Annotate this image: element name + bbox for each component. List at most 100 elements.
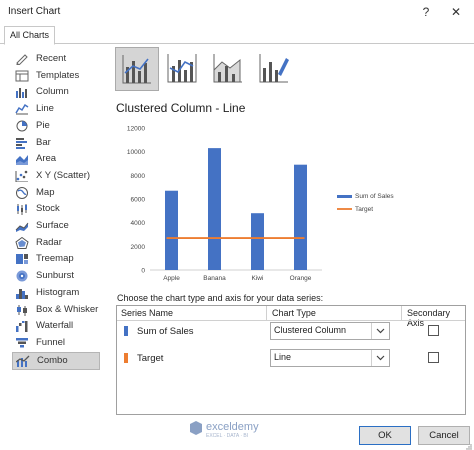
legend-swatch xyxy=(337,195,352,198)
watermark-logo: exceldemy EXCEL · DATA · BI xyxy=(188,420,298,440)
sidebar-item-label: X Y (Scatter) xyxy=(36,169,91,181)
sidebar-item-surface[interactable]: Surface xyxy=(9,218,99,234)
bar xyxy=(294,164,307,270)
sidebar-item-label: Combo xyxy=(37,354,68,366)
histogram-chart-icon xyxy=(16,288,28,299)
bar xyxy=(165,190,178,270)
sidebar-item-funnel[interactable]: Funnel xyxy=(9,335,99,351)
subtype-clustered-column-line-secondary[interactable] xyxy=(161,47,203,89)
line-chart-icon xyxy=(15,104,29,115)
column-chart-icon xyxy=(16,88,27,99)
area-chart-icon xyxy=(16,155,28,166)
sidebar-item-label: Recent xyxy=(36,53,67,64)
sidebar-item-label: Templates xyxy=(36,69,80,81)
clustered-column-line-icon xyxy=(122,55,151,84)
watermark-name: exceldemy xyxy=(206,421,259,433)
pie-chart-icon xyxy=(16,120,28,132)
subtype-clustered-column-line[interactable] xyxy=(115,47,159,91)
custom-combination-icon xyxy=(259,54,289,83)
tab-strip: All Charts xyxy=(0,25,474,45)
series-name: Target xyxy=(137,353,164,364)
y-tick-label: 4000 xyxy=(131,220,146,227)
title-bar: Insert Chart ? ✕ xyxy=(0,0,474,24)
column-divider xyxy=(266,306,267,320)
sidebar-item-recent[interactable]: Recent xyxy=(9,51,99,67)
sidebar-item-label: Area xyxy=(36,153,57,165)
sidebar-item-radar[interactable]: Radar xyxy=(9,235,99,251)
sidebar-item-pie[interactable]: Pie xyxy=(9,118,99,134)
sidebar-item-histogram[interactable]: Histogram xyxy=(9,285,99,301)
sidebar-item-templates[interactable]: Templates xyxy=(9,68,99,84)
sunburst-chart-icon xyxy=(16,270,28,282)
secondary-axis-checkbox[interactable] xyxy=(428,325,439,336)
header-divider xyxy=(117,320,465,321)
help-button[interactable]: ? xyxy=(417,4,435,20)
tab-all-charts[interactable]: All Charts xyxy=(4,26,56,45)
box-whisker-chart-icon xyxy=(17,304,27,316)
chart-type-select[interactable]: Line xyxy=(270,349,390,367)
radar-chart-icon xyxy=(15,236,29,249)
sidebar-item-label: Stock xyxy=(36,203,60,215)
sidebar-item-label: Treemap xyxy=(36,253,74,265)
y-tick-label: 2000 xyxy=(131,244,146,251)
bar-chart-icon xyxy=(16,137,27,149)
column-header-series-name: Series Name xyxy=(121,308,174,318)
chevron-down-icon[interactable] xyxy=(371,323,389,339)
chart-type-value: Line xyxy=(274,352,292,362)
column-header-chart-type: Chart Type xyxy=(272,308,316,318)
resize-grip-icon[interactable] xyxy=(466,444,472,450)
sidebar-item-combo[interactable]: Combo xyxy=(12,351,100,370)
window-title: Insert Chart xyxy=(8,6,61,17)
sidebar-item-label: Waterfall xyxy=(36,320,74,332)
series-name: Sum of Sales xyxy=(137,326,194,337)
sidebar-item-map[interactable]: Map xyxy=(9,185,99,201)
sidebar-item-waterfall[interactable]: Waterfall xyxy=(9,318,99,334)
sidebar-item-scatter[interactable]: X Y (Scatter) xyxy=(9,168,99,184)
sidebar-item-sunburst[interactable]: Sunburst xyxy=(9,268,99,284)
sidebar-item-treemap[interactable]: Treemap xyxy=(9,251,99,267)
templates-icon xyxy=(15,70,29,82)
x-tick-label: Orange xyxy=(290,275,312,282)
subtype-stacked-area-clustered-column[interactable] xyxy=(207,47,249,89)
sidebar-item-stock[interactable]: Stock xyxy=(9,201,99,217)
sidebar-item-label: Box & Whisker xyxy=(36,303,99,315)
secondary-axis-checkbox[interactable] xyxy=(428,352,439,363)
subtype-custom-combination[interactable] xyxy=(253,47,295,89)
combo-chart-icon xyxy=(16,355,30,367)
ok-button[interactable]: OK xyxy=(359,426,411,445)
sidebar-item-label: Surface xyxy=(36,220,69,231)
x-tick-label: Apple xyxy=(163,275,180,282)
close-button[interactable]: ✕ xyxy=(447,4,465,20)
sidebar-item-area[interactable]: Area xyxy=(9,151,99,167)
column-divider xyxy=(401,306,402,320)
y-tick-label: 0 xyxy=(141,268,145,275)
series-table: Series Name Chart Type Secondary Axis Su… xyxy=(116,305,466,415)
watermark-tagline: EXCEL · DATA · BI xyxy=(206,433,248,439)
chart-svg: 0 2000 4000 6000 8000 10000 12000 Apple Banana Ki… xyxy=(127,126,394,283)
sidebar-item-label: Histogram xyxy=(36,286,80,298)
y-tick-label: 6000 xyxy=(131,197,146,204)
selected-chart-title: Clustered Column - Line xyxy=(116,101,246,115)
sidebar-item-label: Pie xyxy=(36,119,50,131)
sidebar-item-label: Bar xyxy=(36,136,51,148)
sidebar-item-line[interactable]: Line xyxy=(9,101,99,117)
sidebar-item-bar[interactable]: Bar xyxy=(9,135,99,151)
clustered-column-line-secondary-icon xyxy=(167,54,197,83)
bar xyxy=(208,148,221,270)
scatter-chart-icon xyxy=(15,170,28,182)
sidebar-item-label: Map xyxy=(36,186,55,198)
cancel-button[interactable]: Cancel xyxy=(418,426,470,445)
chart-type-value: Clustered Column xyxy=(274,325,347,335)
chevron-down-icon[interactable] xyxy=(371,350,389,366)
x-tick-label: Banana xyxy=(203,275,226,282)
sidebar-item-column[interactable]: Column xyxy=(9,84,99,100)
sidebar-item-box-whisker[interactable]: Box & Whisker xyxy=(9,302,99,318)
legend-label: Sum of Sales xyxy=(355,193,394,200)
chart-type-select[interactable]: Clustered Column xyxy=(270,322,390,340)
sidebar-item-label: Funnel xyxy=(36,336,66,348)
treemap-chart-icon xyxy=(16,254,28,265)
x-tick-label: Kiwi xyxy=(252,275,264,282)
stacked-area-clustered-column-icon xyxy=(213,54,242,83)
series-color-swatch xyxy=(124,353,128,363)
y-tick-label: 8000 xyxy=(131,173,146,180)
